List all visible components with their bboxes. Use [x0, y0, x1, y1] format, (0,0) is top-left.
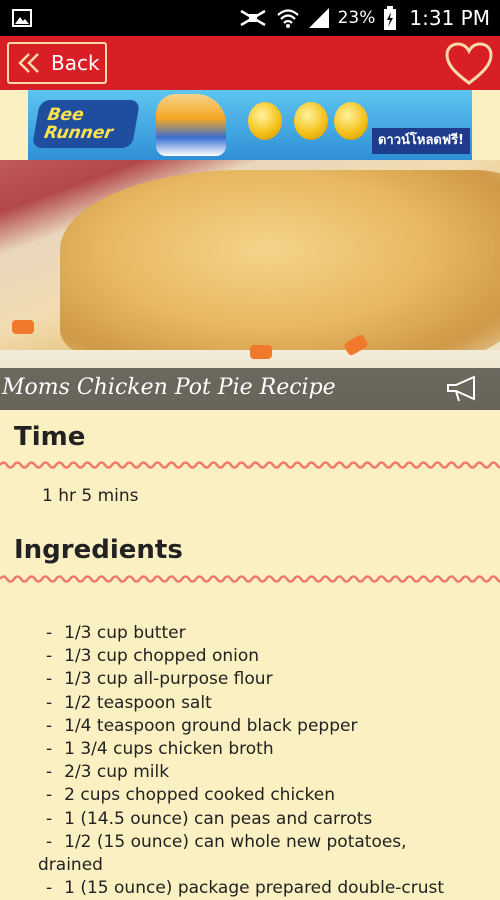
gallery-notification-icon [12, 9, 32, 27]
time-heading: Time [14, 422, 86, 452]
recipe-hero-image: Moms Chicken Pot Pie Recipe [0, 160, 500, 410]
mute-icon [239, 9, 266, 27]
speaker-icon[interactable] [446, 375, 480, 403]
list-item: -1/3 cup chopped onion [46, 646, 260, 667]
time-value: 1 hr 5 mins [42, 486, 139, 506]
wave-divider [0, 575, 500, 583]
favorite-heart-icon[interactable] [444, 42, 494, 86]
carrot-piece-image [12, 320, 34, 334]
recipe-title-bar: Moms Chicken Pot Pie Recipe [0, 368, 500, 410]
app-bar: Back [0, 36, 500, 90]
signal-icon [308, 8, 329, 28]
list-item: -2/3 cup milk [46, 762, 170, 783]
battery-percent: 23% [337, 8, 376, 28]
back-button-label: Back [51, 51, 100, 75]
ad-download-button[interactable]: ดาวน์โหลดฟรี! [371, 128, 470, 154]
battery-charging-icon [384, 6, 397, 30]
ad-banner[interactable]: Bee Runner ดาวน์โหลดฟรี! [28, 90, 472, 160]
wave-divider [0, 461, 500, 469]
list-item: -1/3 cup all-purpose flour [46, 669, 273, 690]
clock: 1:31 PM [409, 6, 490, 30]
ad-character-image [156, 94, 226, 156]
carrot-piece-image [250, 345, 272, 359]
ad-logo-text: Bee Runner [42, 105, 115, 143]
list-item: -1/4 teaspoon ground black pepper [46, 715, 358, 736]
status-bar: 23% 1:31 PM [0, 0, 500, 36]
list-item: -1 3/4 cups chicken broth [46, 739, 274, 760]
ingredients-list: -1/3 cup butter -1/3 cup chopped onion -… [38, 622, 472, 900]
list-item: -1/2 (15 ounce) can whole new potatoes, d… [38, 831, 407, 876]
list-item: -1 (14.5 ounce) can peas and carrots [46, 808, 373, 829]
pie-crust-image [60, 170, 500, 370]
ad-logo: Bee Runner [31, 100, 141, 148]
double-chevron-left-icon [18, 53, 39, 73]
ad-coin-image [294, 102, 328, 140]
back-button[interactable]: Back [7, 42, 107, 84]
list-item: -1/2 teaspoon salt [46, 692, 212, 713]
recipe-title: Moms Chicken Pot Pie Recipe [2, 375, 336, 400]
ad-coin-image [248, 102, 282, 140]
list-item: -2 cups chopped cooked chicken [46, 785, 335, 806]
wifi-icon [276, 9, 299, 28]
ad-coin-image [334, 102, 368, 140]
ingredients-heading: Ingredients [14, 535, 183, 565]
list-item: -1/3 cup butter [46, 623, 186, 643]
